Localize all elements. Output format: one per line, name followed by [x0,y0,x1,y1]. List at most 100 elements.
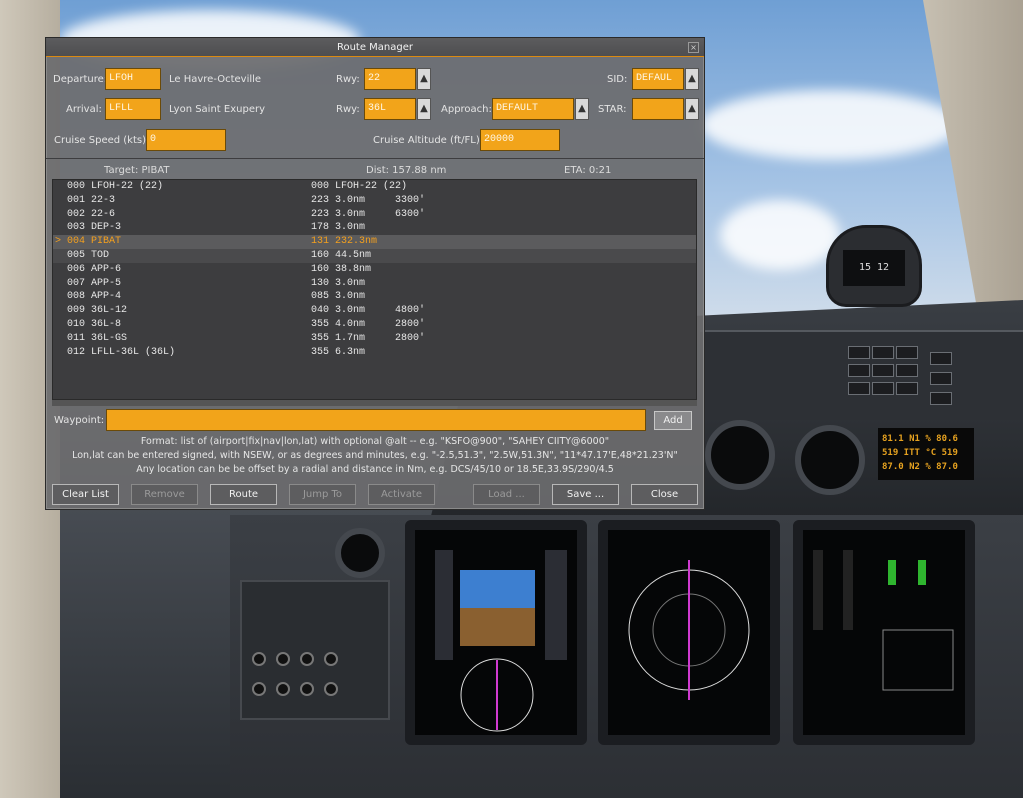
departure-rwy-spinner[interactable]: ▲ [417,68,431,90]
cloud [700,90,960,160]
jump-to-button[interactable]: Jump To [289,484,356,505]
waypoint-distance: 3.0nm [335,194,366,206]
knob[interactable] [324,682,338,696]
waypoint-name: LFOH-22 (22) [91,181,164,192]
knob[interactable] [300,652,314,666]
knob[interactable] [324,652,338,666]
approach-field[interactable]: DEFAULT [492,98,574,120]
cruise-altitude-label: Cruise Altitude (ft/FL): [373,135,484,146]
load-button[interactable]: Load ... [473,484,540,505]
waypoint-row[interactable]: 009 36L-12 040 3.0nm 4800' [53,304,696,318]
waypoint-heading: 160 [311,263,330,275]
add-waypoint-button[interactable]: Add [654,411,692,430]
waypoint-row[interactable]: 006 APP-6 160 38.8nm [53,263,696,277]
waypoint-row[interactable]: 005 TOD 160 44.5nm [53,248,696,263]
sid-spinner[interactable]: ▲ [685,68,699,90]
waypoint-altitude: 2800' [395,318,426,330]
waypoint-row[interactable]: 002 22-6 223 3.0nm 6300' [53,208,696,222]
departure-airport-field[interactable]: LFOH [105,68,161,90]
ap-button[interactable] [896,364,918,377]
waypoint-row[interactable]: 007 APP-5 130 3.0nm [53,277,696,291]
waypoint-heading: 000 [311,181,330,192]
waypoint-distance: 44.5nm [335,249,372,261]
waypoint-distance: 3.0nm [335,222,366,234]
distance-info: Dist: 157.88 nm [366,165,447,176]
arrival-airport-field[interactable]: LFLL [105,98,161,120]
waypoint-index: 000 [67,181,86,192]
waypoint-distance: 1.7nm [335,332,366,344]
waypoint-distance: 38.8nm [335,263,372,275]
arrival-rwy-field[interactable]: 36L [364,98,416,120]
waypoint-heading: 131 [311,236,330,248]
ap-button[interactable] [848,346,870,359]
waypoint-index: 011 [67,332,86,344]
close-button[interactable]: Close [631,484,698,505]
waypoint-row[interactable]: >004 PIBAT 131 232.3nm [53,235,696,249]
clear-list-button[interactable]: Clear List [52,484,119,505]
waypoint-distance: 3.0nm [335,291,366,303]
ap-button[interactable] [872,364,894,377]
knob[interactable] [252,682,266,696]
cloud [720,200,840,270]
close-icon[interactable]: × [688,42,699,53]
waypoint-heading: 355 [311,318,330,330]
ap-button[interactable] [872,382,894,395]
activate-button[interactable]: Activate [368,484,435,505]
knob[interactable] [276,652,290,666]
waypoint-row[interactable]: 008 APP-4 085 3.0nm [53,290,696,304]
arrival-rwy-label: Rwy: [336,104,360,115]
radio-panel [240,580,390,720]
waypoint-index: 007 [67,277,86,289]
waypoint-heading: 160 [311,249,330,261]
waypoint-name: 36L-GS [91,332,128,344]
waypoint-input[interactable] [106,409,646,431]
star-label: STAR: [598,104,627,115]
waypoint-heading: 130 [311,277,330,289]
primary-flight-display [405,520,587,745]
save-button[interactable]: Save ... [552,484,619,505]
waypoint-index: 004 [67,236,86,248]
compass-reading: 15 12 [843,250,905,286]
approach-spinner[interactable]: ▲ [575,98,589,120]
waypoint-row[interactable]: 001 22-3 223 3.0nm 3300' [53,194,696,208]
help-format: Format: list of (airport|fix|nav|lon,lat… [140,436,610,447]
ap-button[interactable] [848,382,870,395]
engine-display [793,520,975,745]
waypoint-distance: 3.0nm [335,208,366,220]
route-manager-dialog: Route Manager × Departure: LFOH Le Havre… [45,37,705,510]
ap-button[interactable] [930,392,952,405]
waypoint-heading: 178 [311,222,330,234]
star-field[interactable] [632,98,684,120]
waypoint-heading: 355 [311,332,330,344]
departure-rwy-field[interactable]: 22 [364,68,416,90]
help-lonlat: Lon,lat can be entered signed, with NSEW… [72,450,678,461]
waypoint-row[interactable]: 010 36L-8 355 4.0nm 2800' [53,318,696,332]
waypoint-list[interactable]: 000 LFOH-22 (22) 000 LFOH-22 (22) 001 22-3 223… [52,179,697,400]
cruise-speed-field[interactable]: 0 [146,129,226,151]
knob[interactable] [276,682,290,696]
ap-button[interactable] [930,352,952,365]
list-scrollbar[interactable] [52,400,697,406]
waypoint-name: LFLL-36L (36L) [91,346,176,358]
ap-button[interactable] [896,346,918,359]
cruise-altitude-field[interactable]: 20000 [480,129,560,151]
sid-field[interactable]: DEFAUL [632,68,684,90]
waypoint-row[interactable]: 000 LFOH-22 (22) 000 LFOH-22 (22) [53,180,696,194]
waypoint-row[interactable]: 012 LFLL-36L (36L) 355 6.3nm [53,346,696,360]
ap-button[interactable] [930,372,952,385]
waypoint-distance: 3.0nm [335,305,366,317]
ap-button[interactable] [896,382,918,395]
eicas-graphic [813,550,954,691]
ap-button[interactable] [872,346,894,359]
arrival-rwy-spinner[interactable]: ▲ [417,98,431,120]
route-button[interactable]: Route [210,484,277,505]
star-spinner[interactable]: ▲ [685,98,699,120]
knob[interactable] [252,652,266,666]
waypoint-name: 36L-12 [91,305,128,317]
ap-button[interactable] [848,364,870,377]
waypoint-row[interactable]: 011 36L-GS 355 1.7nm 2800' [53,332,696,346]
waypoint-row[interactable]: 003 DEP-3 178 3.0nm [53,221,696,235]
knob[interactable] [300,682,314,696]
remove-button[interactable]: Remove [131,484,198,505]
arrival-airport-name: Lyon Saint Exupery [169,104,266,115]
